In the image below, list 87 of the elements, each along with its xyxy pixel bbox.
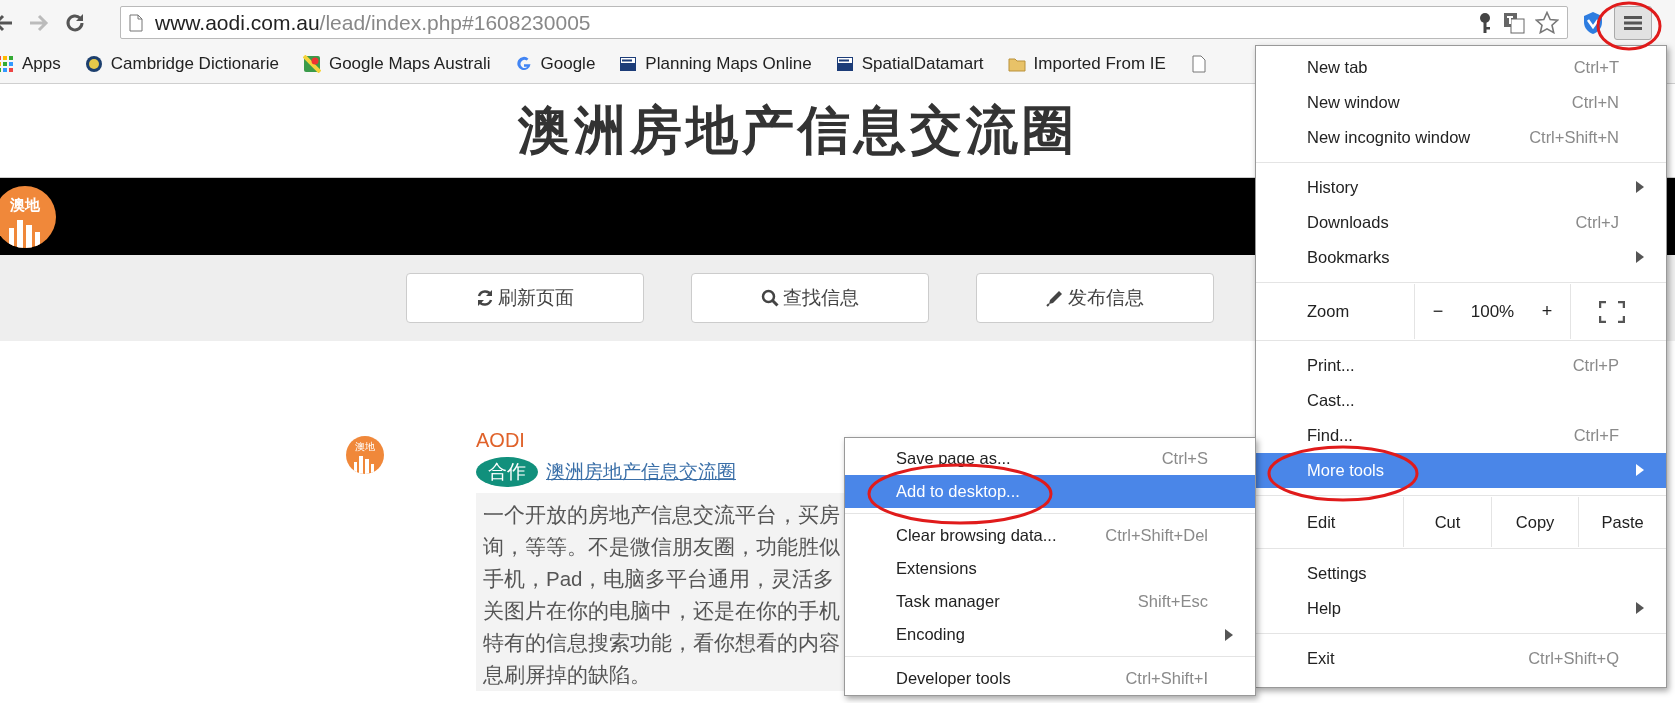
shortcut-text: Ctrl+P <box>1572 356 1619 375</box>
menu-item[interactable]: Downloads Ctrl+J <box>1256 205 1666 240</box>
shortcut-text: Ctrl+Shift+Del <box>1105 526 1208 545</box>
bookmark[interactable]: Google <box>514 54 596 74</box>
bookmark[interactable]: SpatialDatamart <box>835 54 984 74</box>
reload-icon[interactable] <box>64 11 86 34</box>
shortcut-text: Ctrl+F <box>1573 426 1619 445</box>
shortcut-text: Ctrl+T <box>1573 58 1619 77</box>
menu-item[interactable]: Find... Ctrl+F <box>1256 418 1666 453</box>
logo-icon <box>835 55 854 73</box>
bookmark[interactable]: Planning Maps Online <box>619 54 812 74</box>
url-text: www.aodi.com.au/lead/index.php#1608230005 <box>155 10 591 35</box>
menu-item[interactable]: Clear browsing data... Ctrl+Shift+Del <box>845 519 1255 552</box>
star-icon[interactable] <box>1535 11 1559 34</box>
bookmark[interactable]: Google Maps Australi <box>302 54 491 74</box>
avatar-text: 澳地 <box>355 442 375 452</box>
shortcut-text: Ctrl+S <box>1161 449 1208 468</box>
menu-item[interactable]: Help <box>1256 591 1666 626</box>
google-g-icon <box>514 55 533 73</box>
submenu-arrow-icon <box>1636 181 1644 193</box>
menu-icon <box>1624 14 1642 31</box>
address-bar[interactable]: www.aodi.com.au/lead/index.php#1608230005 <box>120 6 1568 39</box>
menu-item[interactable]: History <box>1256 170 1666 205</box>
search-icon <box>761 289 779 307</box>
buildings-icon <box>354 454 376 474</box>
menu-label: Edit <box>1306 511 1337 533</box>
menu-item[interactable]: More tools <box>1256 453 1666 488</box>
translate-icon[interactable] <box>1503 11 1525 34</box>
action-button[interactable]: 刷新页面 <box>406 273 644 323</box>
menu-item[interactable]: Bookmarks <box>1256 240 1666 275</box>
fullscreen-icon <box>1599 300 1625 323</box>
menu-item[interactable]: Extensions <box>845 552 1255 585</box>
menu-item[interactable]: New window Ctrl+N <box>1256 85 1666 120</box>
submenu-arrow-icon <box>1636 602 1644 614</box>
pencil-icon <box>1046 289 1064 307</box>
menu-item[interactable]: Exit Ctrl+Shift+Q <box>1256 641 1666 676</box>
zoom-level: 100% <box>1470 301 1515 322</box>
submenu-arrow-icon <box>1225 629 1233 641</box>
submenu-arrow-icon <box>1636 464 1644 476</box>
zoom-in-button[interactable]: + <box>1533 297 1561 326</box>
logo-icon <box>619 55 638 73</box>
post-text-line: 息刷屏掉的缺陷。 <box>483 662 652 688</box>
edit-button[interactable]: Copy <box>1490 497 1579 547</box>
shortcut-text: Ctrl+J <box>1575 213 1619 232</box>
post-text-line: 一个开放的房地产信息交流平台，买房 <box>483 502 841 528</box>
bookmark[interactable]: Cambridge Dictionarie <box>84 54 279 74</box>
zoom-out-button[interactable]: − <box>1424 297 1452 326</box>
menu-item[interactable]: Encoding <box>845 618 1255 651</box>
submenu-arrow-icon <box>1636 251 1644 263</box>
site-title: 澳洲房地产信息交流圈 <box>518 97 1078 162</box>
action-button[interactable]: 发布信息 <box>976 273 1214 323</box>
author-name: AODI <box>476 429 526 453</box>
bookmark[interactable]: Apps <box>0 54 61 74</box>
post-text-line: 询，等等。不是微信朋友圈，功能胜似 <box>483 534 841 560</box>
menu-label: Zoom <box>1306 301 1351 322</box>
shield-icon[interactable] <box>1582 10 1604 35</box>
apps-grid-icon <box>0 55 14 73</box>
key-icon[interactable] <box>1477 11 1493 34</box>
page-icon <box>1189 55 1208 73</box>
post-title-link[interactable]: 澳洲房地产信息交流圈 <box>546 459 736 485</box>
shortcut-text: Shift+Esc <box>1137 592 1208 611</box>
post-text-line: 手机，Pad，电脑多平台通用，灵活多 <box>483 566 836 592</box>
page-icon <box>129 13 143 32</box>
shortcut-text: Ctrl+N <box>1571 93 1619 112</box>
shortcut-text: Ctrl+Shift+I <box>1125 669 1208 688</box>
menu-item[interactable]: Add to desktop... <box>845 475 1255 508</box>
folder-icon <box>1007 55 1026 73</box>
logo-text: 澳地 <box>10 197 40 213</box>
menu-button[interactable] <box>1614 5 1652 40</box>
post-text-line: 关图片在你的电脑中，还是在你的手机 <box>483 598 841 624</box>
category-tag: 合作 <box>476 457 538 487</box>
menu-item[interactable]: Settings <box>1256 556 1666 591</box>
edit-button[interactable]: Cut <box>1403 497 1491 547</box>
menu-item[interactable]: New incognito window Ctrl+Shift+N <box>1256 120 1666 155</box>
shortcut-text: Ctrl+Shift+N <box>1529 128 1619 147</box>
shortcut-text: Ctrl+Shift+Q <box>1528 649 1619 668</box>
ring-icon <box>84 55 103 73</box>
menu-item[interactable]: Cast... <box>1256 383 1666 418</box>
edit-button[interactable]: Paste <box>1578 497 1666 547</box>
menu-item[interactable]: Developer tools Ctrl+Shift+I <box>845 662 1255 695</box>
bookmark[interactable]: Imported From IE <box>1007 54 1166 74</box>
refresh-icon <box>476 289 494 307</box>
menu-item[interactable]: Print... Ctrl+P <box>1256 348 1666 383</box>
menu-item[interactable]: Task manager Shift+Esc <box>845 585 1255 618</box>
post-text-line: 特有的信息搜索功能，看你想看的内容 <box>483 630 841 656</box>
action-button[interactable]: 查找信息 <box>691 273 929 323</box>
menu-item[interactable]: New tab Ctrl+T <box>1256 50 1666 85</box>
